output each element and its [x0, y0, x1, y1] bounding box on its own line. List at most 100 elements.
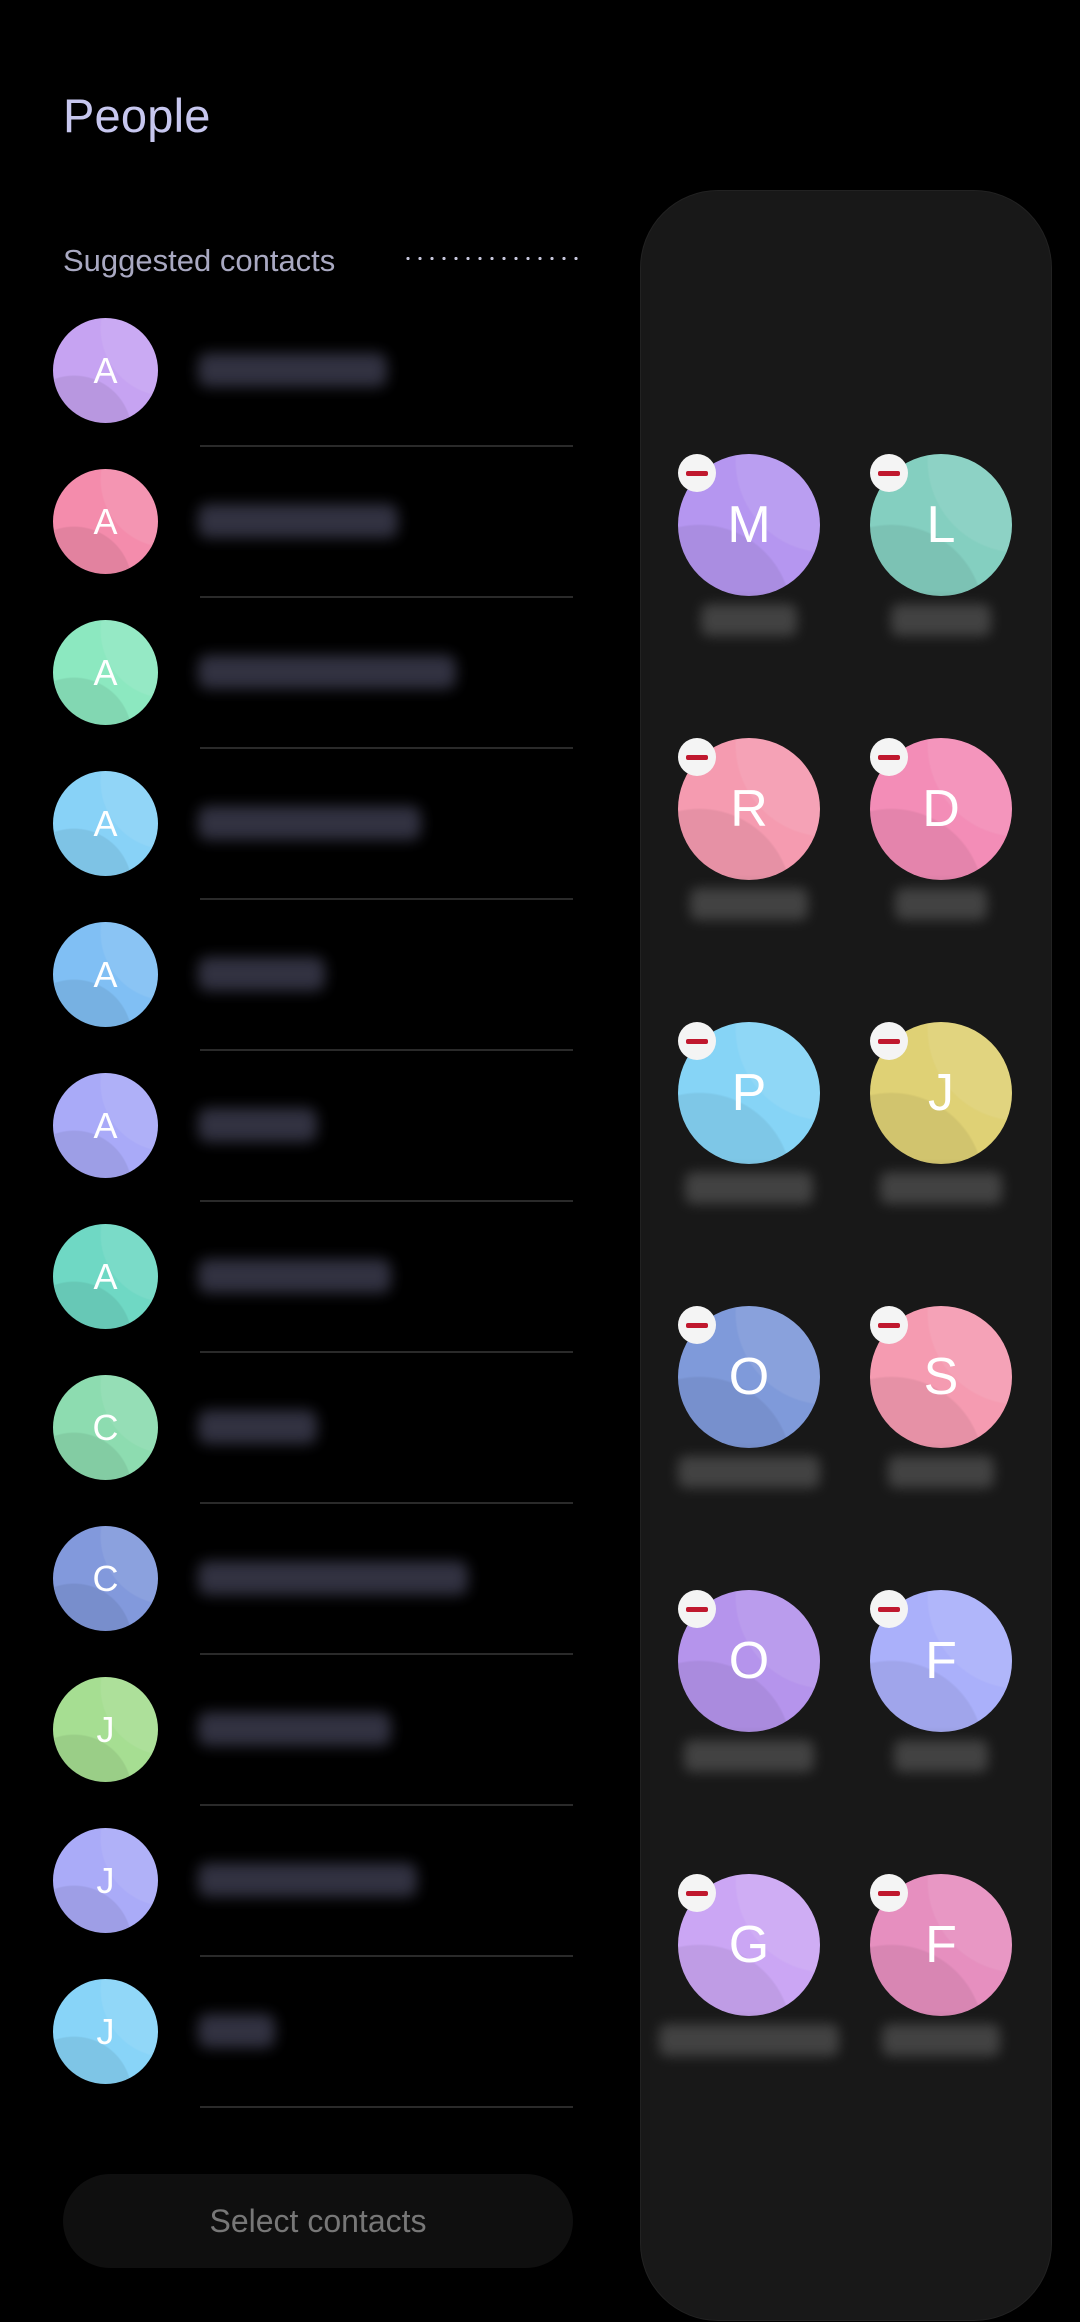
contact-list-item[interactable]: J: [0, 1805, 620, 1957]
remove-favorite-button[interactable]: [870, 1874, 908, 1912]
section-divider-dots: [402, 257, 582, 260]
favorite-contact[interactable]: P: [678, 1022, 820, 1204]
avatar-initial: F: [925, 1916, 957, 1974]
avatar-initial: J: [96, 2010, 115, 2052]
contact-name-redacted: [198, 1108, 317, 1142]
contact-name-redacted: [198, 1712, 391, 1746]
favorite-name-redacted: [895, 888, 987, 920]
favorite-contact[interactable]: S: [870, 1306, 1012, 1488]
contact-avatar: A: [53, 318, 158, 423]
avatar-initial: M: [727, 496, 771, 554]
contact-avatar: A: [53, 620, 158, 725]
contact-name-redacted: [198, 1410, 317, 1444]
favorite-contact[interactable]: L: [870, 454, 1012, 636]
contact-avatar: A: [53, 1224, 158, 1329]
remove-favorite-button[interactable]: [870, 1306, 908, 1344]
minus-icon: [686, 754, 708, 760]
contact-name-redacted: [198, 1561, 468, 1595]
contact-avatar: C: [53, 1526, 158, 1631]
section-label-suggested: Suggested contacts: [63, 243, 336, 278]
remove-favorite-button[interactable]: [678, 454, 716, 492]
contact-name-redacted: [198, 806, 421, 840]
favorite-contact[interactable]: J: [870, 1022, 1012, 1204]
favorite-name-redacted: [690, 888, 808, 920]
contact-list-item[interactable]: A: [0, 597, 620, 749]
contact-avatar: J: [53, 1677, 158, 1782]
contact-name-redacted: [198, 1863, 417, 1897]
favorite-name-redacted: [684, 1740, 814, 1772]
favorite-contact[interactable]: D: [870, 738, 1012, 920]
contact-name-redacted: [198, 504, 398, 538]
favorite-name-redacted: [659, 2024, 839, 2056]
avatar-initial: L: [926, 496, 956, 554]
avatar-initial: O: [728, 1632, 770, 1690]
remove-favorite-button[interactable]: [870, 1022, 908, 1060]
contact-list-item[interactable]: C: [0, 1503, 620, 1655]
minus-icon: [686, 1322, 708, 1328]
favorite-name-redacted: [894, 1740, 988, 1772]
minus-icon: [686, 470, 708, 476]
avatar-initial: A: [93, 1255, 118, 1297]
avatar-initial: A: [93, 953, 118, 995]
minus-icon: [686, 1890, 708, 1896]
page-title: People: [63, 89, 211, 142]
avatar-initial: J: [96, 1708, 115, 1750]
contact-name-redacted: [198, 655, 456, 689]
favorite-contact[interactable]: R: [678, 738, 820, 920]
avatar-initial: J: [928, 1064, 954, 1122]
contact-name-redacted: [198, 957, 325, 991]
avatar-initial: D: [922, 780, 960, 838]
avatar-initial: J: [96, 1859, 115, 1901]
favorite-name-redacted: [685, 1172, 813, 1204]
avatar-initial: S: [923, 1348, 959, 1406]
remove-favorite-button[interactable]: [870, 738, 908, 776]
avatar-initial: G: [728, 1916, 770, 1974]
contact-list-item[interactable]: A: [0, 295, 620, 447]
avatar-initial: A: [93, 802, 118, 844]
list-divider: [200, 2106, 573, 2108]
avatar-initial: A: [93, 500, 118, 542]
minus-icon: [878, 1890, 900, 1896]
avatar-initial: O: [728, 1348, 770, 1406]
contact-list-item[interactable]: A: [0, 1050, 620, 1202]
avatar-initial: P: [731, 1064, 767, 1122]
avatar-initial: C: [92, 1557, 119, 1599]
remove-favorite-button[interactable]: [870, 454, 908, 492]
remove-favorite-button[interactable]: [678, 1874, 716, 1912]
contact-list-item[interactable]: J: [0, 1654, 620, 1806]
favorite-name-redacted: [701, 604, 797, 636]
remove-favorite-button[interactable]: [870, 1590, 908, 1628]
favorite-name-redacted: [678, 1456, 820, 1488]
favorite-contact[interactable]: O: [678, 1306, 820, 1488]
contact-list-item[interactable]: J: [0, 1956, 620, 2108]
favorite-contact[interactable]: G: [659, 1874, 839, 2056]
favorite-contact[interactable]: M: [678, 454, 820, 636]
remove-favorite-button[interactable]: [678, 1590, 716, 1628]
contact-list-item[interactable]: A: [0, 446, 620, 598]
remove-favorite-button[interactable]: [678, 1306, 716, 1344]
avatar-initial: F: [925, 1632, 957, 1690]
contact-avatar: C: [53, 1375, 158, 1480]
minus-icon: [878, 1322, 900, 1328]
contact-avatar: A: [53, 922, 158, 1027]
minus-icon: [686, 1038, 708, 1044]
avatar-initial: A: [93, 349, 118, 391]
favorite-name-redacted: [882, 2024, 1000, 2056]
favorite-contact[interactable]: O: [678, 1590, 820, 1772]
contact-list-item[interactable]: A: [0, 748, 620, 900]
select-contacts-button[interactable]: Select contacts: [63, 2174, 573, 2268]
contact-avatar: J: [53, 1828, 158, 1933]
contact-list-item[interactable]: C: [0, 1352, 620, 1504]
favorite-contact[interactable]: F: [870, 1874, 1012, 2056]
remove-favorite-button[interactable]: [678, 738, 716, 776]
remove-favorite-button[interactable]: [678, 1022, 716, 1060]
contact-list-item[interactable]: A: [0, 899, 620, 1051]
favorite-contact[interactable]: F: [870, 1590, 1012, 1772]
contact-avatar: A: [53, 771, 158, 876]
favorite-name-redacted: [888, 1456, 994, 1488]
contact-list-item[interactable]: A: [0, 1201, 620, 1353]
avatar-initial: C: [92, 1406, 119, 1448]
favorite-name-redacted: [891, 604, 991, 636]
favorite-name-redacted: [880, 1172, 1002, 1204]
avatar-initial: A: [93, 1104, 118, 1146]
